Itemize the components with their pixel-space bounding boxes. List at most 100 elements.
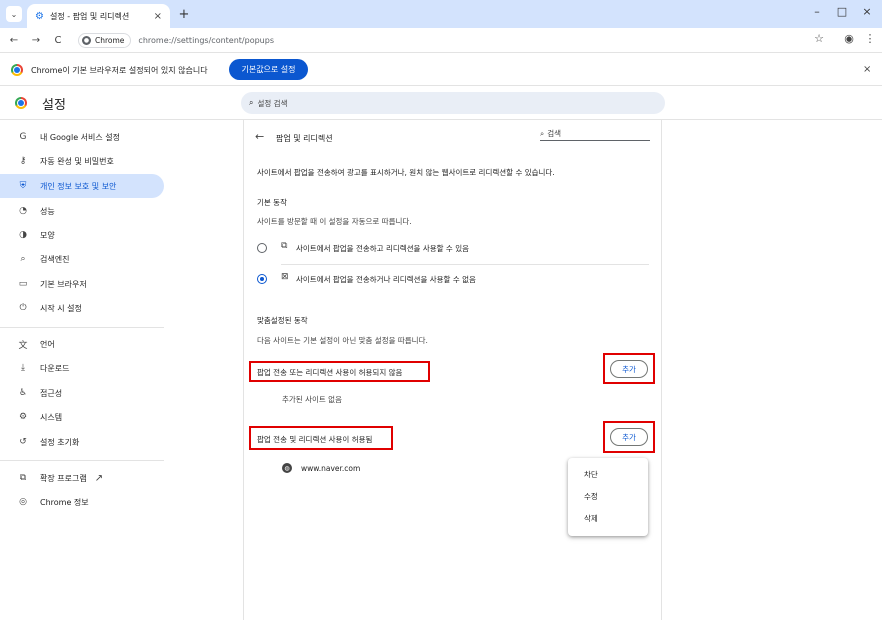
- google-icon: G: [19, 132, 27, 142]
- sidebar-item-label: 성능: [40, 206, 55, 216]
- add-blocked-site-button[interactable]: 추가: [610, 360, 648, 378]
- back-arrow-icon[interactable]: ←: [255, 130, 264, 143]
- allowed-list-heading: 팝업 전송 및 리디렉션 사용이 허용됨: [257, 435, 373, 444]
- browser-window-icon: ▭: [18, 279, 28, 289]
- custom-behavior-heading: 맞춤설정된 동작: [257, 316, 308, 325]
- infobar-close-button[interactable]: ×: [863, 64, 871, 75]
- subpage-title: 팝업 및 리디렉션: [276, 134, 333, 143]
- search-icon: ⌕: [249, 98, 254, 107]
- option-divider: [281, 264, 649, 265]
- sidebar: G 내 Google 서비스 설정 ⚷ 자동 완성 및 비밀번호 ⛨ 개인 정보…: [0, 120, 164, 620]
- bookmark-star-icon[interactable]: ☆: [811, 32, 827, 45]
- chrome-icon: ◎: [19, 497, 27, 507]
- default-behavior-heading: 기본 동작: [257, 198, 287, 207]
- default-browser-infobar: Chrome이 기본 브라우저로 설정되어 있지 않습니다 기본값으로 설정 ×: [0, 52, 882, 86]
- set-default-button[interactable]: 기본값으로 설정: [229, 59, 308, 80]
- sidebar-item-default-browser[interactable]: ▭ 기본 브라우저: [0, 272, 164, 296]
- new-tab-button[interactable]: +: [176, 6, 192, 22]
- sidebar-item-label: 시스템: [40, 412, 63, 422]
- palette-icon: ◑: [19, 230, 27, 240]
- globe-icon: ◍: [282, 463, 292, 473]
- reload-button[interactable]: C: [50, 32, 66, 48]
- sidebar-item-label: 확장 프로그램: [40, 473, 87, 483]
- sidebar-divider: [0, 460, 164, 461]
- tab-settings[interactable]: ⚙ 설정 - 팝업 및 리디렉션 ×: [27, 4, 170, 28]
- block-popups-radio[interactable]: [257, 274, 267, 284]
- allow-popups-radio[interactable]: [257, 243, 267, 253]
- custom-behavior-subtitle: 다음 사이트는 기본 설정이 아닌 맞춤 설정을 따릅니다.: [257, 336, 428, 345]
- sidebar-item-label: 개인 정보 보호 및 보안: [40, 181, 117, 191]
- sidebar-item-label: 시작 시 설정: [40, 303, 82, 313]
- subpage-search-input[interactable]: ⌕ 검색: [540, 129, 650, 141]
- allowed-site-url: www.naver.com: [301, 464, 361, 473]
- external-link-icon: ↗: [94, 472, 104, 484]
- default-behavior-subtitle: 사이트를 방문할 때 이 설정을 자동으로 따릅니다.: [257, 217, 412, 226]
- menu-item-remove[interactable]: 삭제: [568, 507, 648, 529]
- search-placeholder: 설정 검색: [257, 98, 288, 108]
- tab-close-button[interactable]: ×: [154, 11, 162, 22]
- sidebar-item-label: 검색엔진: [40, 254, 70, 264]
- site-info-chip[interactable]: ● Chrome: [78, 32, 132, 48]
- chrome-logo-icon: [15, 97, 27, 109]
- sidebar-item-accessibility[interactable]: ♿ 접근성: [0, 381, 164, 405]
- url-text: chrome://settings/content/popups: [138, 35, 274, 45]
- key-icon: ⚷: [19, 156, 27, 166]
- forward-button[interactable]: →: [28, 32, 44, 48]
- sidebar-item-performance[interactable]: ◔ 성능: [0, 199, 164, 223]
- sidebar-item-google-services[interactable]: G 내 Google 서비스 설정: [0, 125, 164, 149]
- sidebar-item-autofill[interactable]: ⚷ 자동 완성 및 비밀번호: [0, 149, 164, 173]
- sidebar-item-on-startup[interactable]: ⏻ 시작 시 설정: [0, 296, 164, 320]
- sidebar-item-label: 언어: [40, 339, 55, 349]
- sidebar-item-label: 내 Google 서비스 설정: [40, 132, 120, 142]
- infobar-message: Chrome이 기본 브라우저로 설정되어 있지 않습니다: [31, 66, 208, 75]
- window-close-button[interactable]: ×: [855, 5, 879, 18]
- puzzle-icon: ⧉: [19, 473, 27, 483]
- sidebar-item-label: 자동 완성 및 비밀번호: [40, 156, 114, 166]
- toolbar: ← → C ● Chrome chrome://settings/content…: [0, 28, 882, 52]
- search-icon: ⌕: [20, 254, 26, 264]
- settings-search-input[interactable]: ⌕ 설정 검색: [241, 92, 665, 114]
- wrench-icon: ⚙: [18, 412, 28, 422]
- sidebar-item-label: 접근성: [40, 388, 63, 398]
- sidebar-item-privacy[interactable]: ⛨ 개인 정보 보호 및 보안: [0, 174, 164, 198]
- page-description: 사이트에서 팝업을 전송하여 광고를 표시하거나, 원치 않는 웹사이트로 리디…: [257, 168, 555, 177]
- chip-label: Chrome: [95, 35, 125, 45]
- chrome-logo-icon: [11, 64, 23, 76]
- menu-item-block[interactable]: 차단: [568, 463, 648, 485]
- speedometer-icon: ◔: [19, 206, 27, 216]
- back-button[interactable]: ←: [6, 32, 22, 48]
- sidebar-item-about-chrome[interactable]: ◎ Chrome 정보: [0, 490, 164, 514]
- site-action-menu: 차단 수정 삭제: [568, 458, 648, 536]
- sidebar-item-label: 다운로드: [40, 363, 70, 373]
- sidebar-item-reset[interactable]: ↺ 설정 초기화: [0, 430, 164, 454]
- translate-icon: 文: [18, 340, 28, 351]
- sidebar-item-search-engine[interactable]: ⌕ 검색엔진: [0, 247, 164, 271]
- sidebar-item-extensions[interactable]: ⧉ 확장 프로그램 ↗: [0, 466, 164, 490]
- menu-item-edit[interactable]: 수정: [568, 485, 648, 507]
- block-popups-label: 사이트에서 팝업을 전송하거나 리디렉션을 사용할 수 없음: [296, 275, 476, 284]
- blocked-list-heading: 팝업 전송 또는 리디렉션 사용이 허용되지 않음: [257, 368, 403, 377]
- search-icon: ⌕: [540, 129, 545, 138]
- sidebar-item-languages[interactable]: 文 언어: [0, 332, 164, 356]
- sidebar-item-label: Chrome 정보: [40, 497, 89, 507]
- maximize-button[interactable]: □: [830, 5, 854, 18]
- profile-icon[interactable]: ◉: [841, 32, 857, 45]
- chrome-icon: ●: [82, 35, 91, 45]
- tab-search-button[interactable]: ⌄: [6, 6, 22, 22]
- sidebar-item-system[interactable]: ⚙ 시스템: [0, 405, 164, 429]
- minimize-button[interactable]: –: [805, 5, 829, 18]
- browser-menu-icon[interactable]: ⋮: [862, 32, 878, 45]
- no-sites-message: 추가된 사이트 없음: [282, 395, 342, 404]
- accessibility-icon: ♿: [18, 388, 28, 398]
- address-bar[interactable]: ● Chrome chrome://settings/content/popup…: [78, 31, 832, 49]
- popups-settings-card: ← 팝업 및 리디렉션 ⌕ 검색 사이트에서 팝업을 전송하여 광고를 표시하거…: [243, 120, 662, 620]
- sidebar-item-label: 기본 브라우저: [40, 279, 87, 289]
- sidebar-item-downloads[interactable]: ⤓ 다운로드: [0, 356, 164, 380]
- settings-header: 설정 ⌕ 설정 검색: [0, 86, 882, 120]
- power-icon: ⏻: [19, 303, 27, 313]
- gear-icon: ⚙: [35, 10, 44, 22]
- add-allowed-site-button[interactable]: 추가: [610, 428, 648, 446]
- sidebar-item-appearance[interactable]: ◑ 모양: [0, 223, 164, 247]
- allow-popups-label: 사이트에서 팝업을 전송하고 리디렉션을 사용할 수 있음: [296, 244, 470, 253]
- reset-icon: ↺: [19, 437, 27, 447]
